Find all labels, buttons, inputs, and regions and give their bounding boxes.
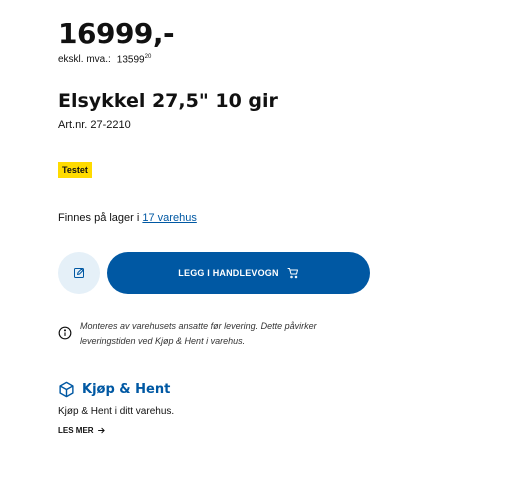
excl-vat-row: ekskl. mva.: 1359920 [58,54,151,65]
excl-vat-value: 13599 [116,54,145,66]
add-to-cart-button[interactable]: LEGG I HANDLEVOGN [107,252,370,294]
article-number: Art.nr. 27-2210 [58,119,131,131]
stock-prefix: Finnes på lager i [58,212,140,224]
click-collect-title: Kjøp & Hent [82,382,171,397]
click-collect-description: Kjøp & Hent i ditt varehus. [58,406,175,417]
arrow-right-icon [97,427,105,434]
info-icon [58,326,72,340]
assembly-info-text: Monteres av varehusets ansatte før lever… [80,321,317,346]
tested-badge: Testet [58,162,92,178]
stock-status: Finnes på lager i 17 varehus [58,212,197,224]
pencil-icon [74,268,84,278]
cart-icon [287,268,298,279]
read-more-link[interactable]: LES MER [58,426,106,435]
excl-vat-label: ekskl. mva.: [58,54,111,66]
excl-vat-price: 1359920 [117,54,152,65]
product-price: 16999,- [58,17,175,50]
box-icon [59,381,74,398]
product-title: Elsykkel 27,5" 10 gir [58,90,278,112]
price-block: 16999,- [58,17,175,50]
read-more-label: LES MER [58,426,94,435]
excl-vat-cents: 20 [144,54,152,60]
add-to-cart-label: LEGG I HANDLEVOGN [178,268,279,278]
stores-link[interactable]: 17 varehus [142,212,196,224]
edit-button[interactable] [58,252,100,294]
